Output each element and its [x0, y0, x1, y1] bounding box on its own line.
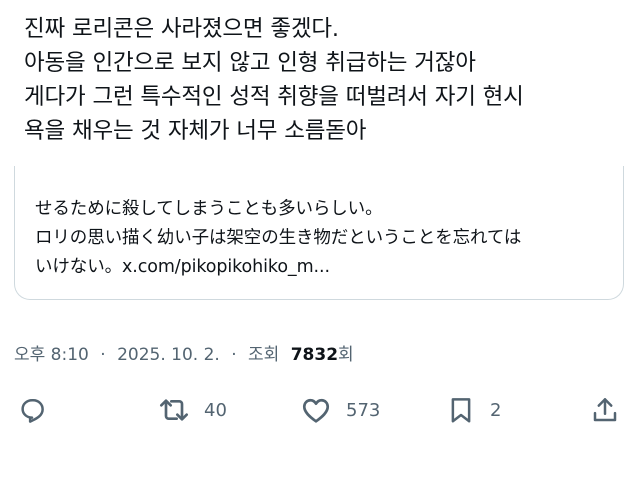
tweet-text-line: 욕을 채우는 것 자체가 너무 소름돋아	[24, 118, 367, 144]
reply-icon	[21, 399, 44, 423]
meta-separator: ·	[100, 345, 106, 365]
retweet-button[interactable]: 40	[158, 390, 227, 430]
heart-icon	[302, 398, 330, 423]
tweet-text-line: 진짜 로리콘은 사라졌으면 좋겠다.	[24, 16, 339, 42]
tweet-text: 진짜 로리콘은 사라졌으면 좋겠다. 아동을 인간으로 보지 않고 인형 취급하…	[24, 12, 624, 148]
tweet-metadata: 오후 8:10 · 2025. 10. 2. · 조회 7832회	[14, 340, 354, 365]
meta-separator: ·	[231, 345, 237, 365]
quoted-tweet-line: いけない。x.com/pikopikohiko_m...	[35, 257, 330, 277]
quoted-tweet-line: せるために殺してしまうことも多いらしい。	[35, 199, 383, 219]
share-icon	[593, 398, 617, 422]
tweet-timestamp-time[interactable]: 오후 8:10	[14, 345, 89, 365]
views-suffix: 회	[338, 345, 354, 365]
tweet-timestamp-date[interactable]: 2025. 10. 2.	[117, 345, 220, 365]
tweet-text-line: 게다가 그런 특수적인 성적 취향을 떠벌려서 자기 현시	[24, 84, 524, 110]
retweet-icon	[160, 399, 188, 421]
tweet: 진짜 로리콘은 사라졌으면 좋겠다. 아동을 인간으로 보지 않고 인형 취급하…	[0, 0, 640, 481]
bookmark-count: 2	[490, 399, 502, 421]
quoted-tweet-line: ロリの思い描く幼い子は架空の生き物だということを忘れては	[35, 228, 522, 248]
views-count: 7832	[290, 345, 339, 365]
like-count: 573	[346, 399, 381, 421]
quoted-tweet-card[interactable]: せるために殺してしまうことも多いらしい。 ロリの思い描く幼い子は架空の生き物だと…	[14, 166, 624, 300]
tweet-text-line: 아동을 인간으로 보지 않고 인형 취급하는 거잖아	[24, 50, 476, 76]
like-button[interactable]: 573	[300, 390, 380, 430]
retweet-count: 40	[204, 399, 227, 421]
views-label: 조회	[248, 345, 280, 365]
quoted-tweet-text: せるために殺してしまうことも多いらしい。 ロリの思い描く幼い子は架空の生き物だと…	[35, 195, 521, 282]
tweet-actions-bar: 40 573 2	[0, 390, 640, 430]
bookmark-icon	[451, 398, 471, 423]
share-button[interactable]	[590, 390, 634, 430]
bookmark-button[interactable]: 2	[446, 390, 501, 430]
reply-button[interactable]	[17, 390, 61, 430]
